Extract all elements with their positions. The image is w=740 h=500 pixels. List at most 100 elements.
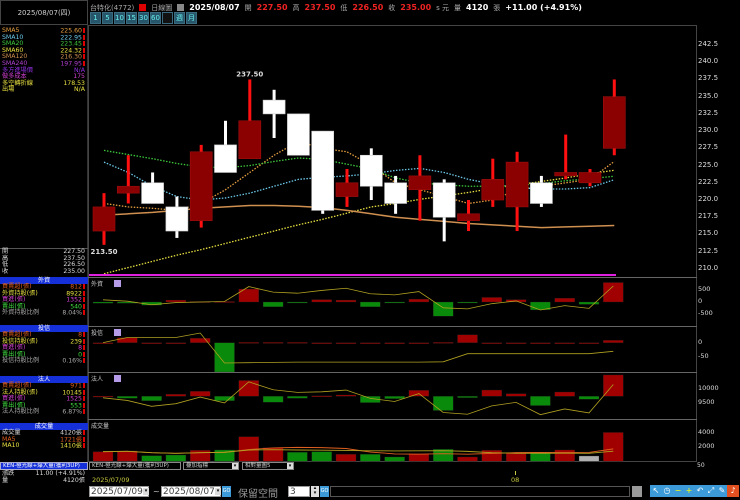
candle[interactable] — [262, 89, 286, 139]
candle[interactable] — [287, 113, 310, 156]
panel-settings-icon[interactable] — [114, 280, 121, 287]
bar — [335, 454, 357, 462]
reserve-input[interactable]: 3 — [288, 486, 310, 497]
panel-settings-icon[interactable] — [114, 329, 121, 336]
end-date-input[interactable]: 2025/08/07 — [161, 486, 221, 497]
start-date-dropdown-icon[interactable]: ▾ — [143, 488, 149, 495]
info-row: 收 235.00 — [0, 267, 88, 276]
candle[interactable] — [602, 79, 626, 156]
bar — [505, 452, 527, 462]
row-value: 235.00 — [63, 267, 85, 275]
bell-icon[interactable]: ♪ — [727, 485, 739, 497]
period-button-月[interactable]: 月 — [186, 12, 197, 24]
bar — [481, 342, 502, 344]
candle-body — [384, 182, 407, 204]
candlestick-chart[interactable]: 237.50 213.50 — [89, 26, 696, 276]
bar — [141, 342, 162, 344]
info-row: MA10 1410張 — [0, 443, 88, 450]
candle[interactable] — [457, 200, 480, 232]
indicator-select[interactable]: KEN-極光線+爆大量(獲利3UP) — [89, 462, 181, 470]
candle[interactable] — [189, 144, 213, 228]
stock-name[interactable]: 台特化(4772) — [90, 3, 134, 13]
candle[interactable] — [481, 158, 505, 207]
foreign-panel[interactable]: 外資 — [88, 277, 697, 326]
bar — [578, 455, 600, 462]
price-tick: 210.0 — [698, 263, 719, 272]
bar — [311, 299, 332, 303]
panel-settings-icon[interactable] — [114, 375, 121, 382]
bar — [603, 432, 624, 462]
bar — [117, 450, 138, 462]
candle[interactable] — [238, 79, 262, 159]
indicator-label[interactable]: KEN-極光線+爆大量(獲利3UP) — [0, 462, 88, 470]
date-axis-start: 2025/07/09 — [92, 476, 130, 484]
volume-unit: 張 — [493, 3, 501, 12]
candle[interactable] — [311, 130, 334, 214]
trust-panel[interactable]: 投信 — [88, 326, 697, 372]
high-value: 237.50 — [304, 3, 336, 12]
bar — [554, 449, 575, 462]
period-button-5[interactable]: 5 — [102, 12, 113, 24]
bar — [214, 342, 235, 372]
candle[interactable] — [384, 175, 407, 214]
price-tick: 227.5 — [698, 143, 719, 152]
trust-bar-chart — [92, 332, 624, 372]
low-value: 226.50 — [352, 3, 384, 12]
candle[interactable] — [116, 155, 140, 204]
candle[interactable] — [578, 169, 602, 187]
candle[interactable] — [432, 179, 456, 242]
end-date-dropdown-icon[interactable]: ▾ — [215, 488, 221, 495]
period-button-1[interactable]: 1 — [90, 12, 101, 24]
chevron-down-icon[interactable]: ▾ — [287, 463, 293, 469]
bar — [408, 453, 430, 462]
period-button-30[interactable]: 30 — [138, 12, 149, 24]
relvol-select[interactable]: 相對量圖5 ▾ — [242, 462, 294, 470]
period-button-15[interactable]: 15 — [126, 12, 137, 24]
stock-menu-icon[interactable] — [139, 4, 147, 11]
period-button-60[interactable]: 60 — [150, 12, 161, 24]
period-button-週[interactable]: 週 — [174, 12, 185, 24]
bar — [360, 301, 381, 307]
bar — [335, 394, 357, 397]
candle[interactable] — [408, 155, 432, 221]
candle[interactable] — [141, 172, 164, 204]
bar — [141, 455, 162, 462]
bar — [311, 342, 332, 344]
close-label: 收 — [388, 3, 396, 12]
bar — [92, 342, 114, 344]
candle[interactable] — [165, 196, 189, 238]
bar — [530, 396, 551, 406]
horizontal-scrollbar[interactable] — [330, 486, 630, 497]
period-button-10[interactable]: 10 — [114, 12, 125, 24]
open-label: 開 — [244, 3, 252, 12]
price-tick: 240.0 — [698, 57, 719, 66]
reserve-go-button[interactable]: GO — [320, 486, 329, 497]
date-range-separator: ~ — [153, 487, 160, 496]
date-go-button[interactable]: GO — [222, 486, 231, 497]
overlay-select[interactable]: 疊加指標 ▾ — [183, 462, 239, 470]
panel-tick: 2000 — [698, 442, 715, 451]
scrollbar-thumb[interactable] — [632, 486, 642, 497]
bar — [433, 342, 454, 344]
reserve-spinner[interactable]: ▴ ▾ — [311, 486, 319, 497]
candle[interactable] — [554, 134, 578, 180]
bar — [457, 301, 478, 304]
inst-panel[interactable]: 法人 — [88, 372, 697, 419]
bar — [384, 301, 405, 304]
volume-value: 4120 — [466, 3, 489, 12]
chevron-down-icon[interactable]: ▾ — [232, 463, 238, 469]
candle[interactable] — [92, 193, 116, 245]
inst-bar-chart — [92, 374, 624, 416]
start-date-input[interactable]: 2025/07/09 — [89, 486, 149, 497]
bar — [117, 396, 138, 399]
candle[interactable] — [530, 175, 553, 207]
candle[interactable] — [214, 120, 237, 173]
volume-panel[interactable]: 成交量 — [88, 419, 697, 462]
period-button-blank[interactable] — [162, 12, 173, 24]
chart-type-icon[interactable] — [177, 4, 185, 11]
bar — [554, 391, 575, 397]
candle[interactable] — [505, 151, 529, 232]
candle[interactable] — [359, 148, 383, 201]
panel-tick: 500 — [698, 285, 711, 293]
bar — [505, 393, 527, 397]
